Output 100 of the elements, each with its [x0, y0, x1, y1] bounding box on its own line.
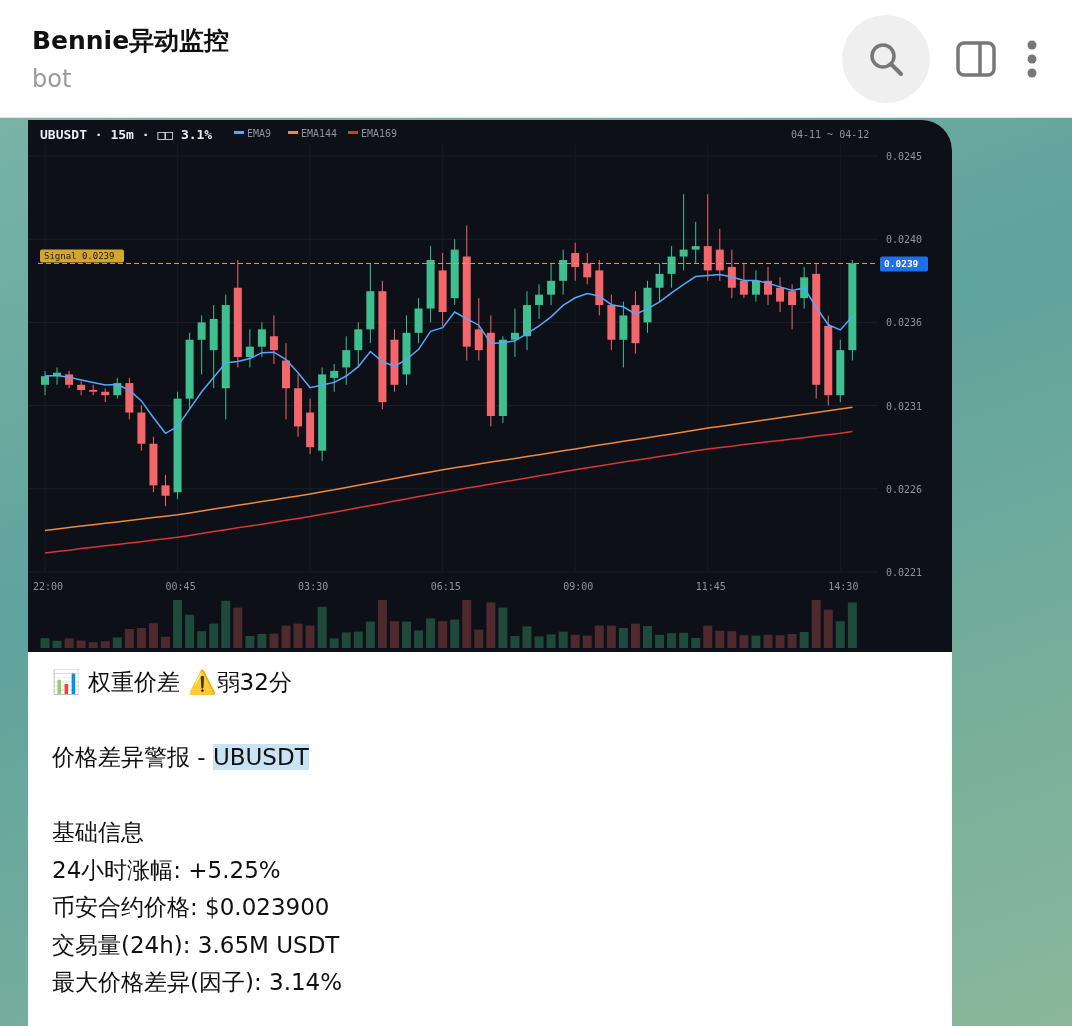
volume-bar [245, 636, 255, 648]
volume-bar [40, 638, 50, 648]
candlestick [547, 262, 556, 306]
axis-label: 0.0245 [886, 151, 923, 162]
volume-bar [823, 609, 833, 648]
volume-bar [462, 600, 472, 648]
candlestick [294, 373, 303, 438]
volume-bar [522, 626, 532, 648]
chat-title: Bennie异动监控 [32, 25, 230, 57]
volume-bar [655, 634, 665, 648]
volume-bar [257, 634, 267, 648]
volume-bar [161, 636, 170, 648]
candlestick [643, 280, 652, 334]
volume-bar [317, 606, 327, 648]
date-range: 04-11 ~ 04-12 [791, 129, 870, 140]
volume-bar [739, 635, 749, 648]
candlestick [667, 245, 676, 289]
candlestick [800, 266, 809, 310]
volume-bar [438, 621, 448, 648]
volume-bar [474, 629, 484, 648]
volume-bar [293, 623, 303, 648]
candlestick [559, 249, 568, 296]
sidebar-icon [956, 40, 996, 77]
volume-bar [450, 619, 460, 648]
volume-bar [679, 632, 689, 648]
candlestick [354, 321, 363, 368]
axis-label: 03:30 [298, 581, 329, 592]
volume-bar [52, 640, 62, 648]
signal-label: Signal 0.0239 [40, 249, 124, 263]
candlestick [727, 249, 736, 299]
candlestick [571, 242, 580, 282]
legend-item: EMA144 [288, 128, 338, 139]
volume-bar [341, 632, 351, 648]
candlestick [655, 262, 664, 303]
volume-bar [643, 626, 652, 648]
volume-bar [594, 625, 604, 648]
volume-bar [185, 614, 195, 648]
candlestick [125, 377, 134, 420]
volume-bar [606, 625, 616, 648]
candlestick [414, 297, 423, 344]
volume-bar [751, 635, 761, 648]
volume-bar [534, 636, 544, 648]
volume-bar [835, 621, 845, 648]
volume-bar [486, 602, 496, 648]
volume-bar [64, 638, 74, 648]
candlestick [595, 259, 604, 316]
volume-bar [329, 638, 339, 648]
candlestick [330, 363, 339, 393]
volume-bar [233, 607, 243, 648]
volume-bar [389, 621, 399, 648]
volume-bar [847, 602, 857, 648]
alert-line: 价格差异警报 - UBUSDT [52, 743, 310, 772]
volume-bar [197, 631, 207, 648]
chart-header: UBUSDT · 15m · □□ 3.1% [40, 127, 213, 142]
candlestick [402, 314, 411, 386]
volume-bar [281, 625, 291, 648]
candlestick [101, 387, 110, 403]
volume-bar [173, 600, 183, 648]
volume-bar [221, 600, 231, 648]
volume-bar [691, 638, 701, 648]
candlestick [390, 328, 399, 393]
candlestick [764, 266, 772, 306]
info-line: 24小时涨幅: +5.25% [52, 855, 282, 885]
candlestick [583, 252, 592, 285]
axis-label: 11:45 [695, 581, 726, 592]
legend-label: EMA144 [301, 128, 338, 139]
volume-bar [570, 634, 580, 648]
axis-label: 14:30 [828, 581, 859, 592]
candlestick [89, 384, 98, 396]
candlestick [751, 269, 760, 303]
volume-bar [715, 630, 725, 648]
info-line: 最大价格差异(因子): 3.14% [52, 968, 344, 997]
volume-bar [414, 630, 424, 648]
volume-bar [402, 621, 411, 648]
section-title: 基础信息 [52, 818, 145, 847]
candlestick [113, 377, 122, 400]
volume-bar [799, 632, 809, 648]
volume-bar [76, 640, 86, 648]
candlestick [474, 297, 483, 362]
candlestick [510, 308, 519, 358]
candlestick [197, 314, 206, 375]
candlestick [836, 339, 845, 403]
axis-label: 0.0226 [886, 483, 923, 495]
volume-bar [377, 600, 387, 648]
candlestick [631, 290, 640, 355]
volume-bar [510, 636, 520, 648]
volume-bar [365, 621, 375, 648]
more-icon [1026, 38, 1038, 79]
candlestick [306, 398, 315, 455]
volume-bar [667, 633, 677, 648]
candlestick [65, 370, 74, 389]
candlestick [269, 314, 278, 365]
axis-label: 06:15 [430, 581, 461, 592]
volume-bar [305, 625, 315, 648]
volume-bar [88, 642, 98, 648]
axis-label: 22:00 [33, 581, 64, 592]
volume-bar [148, 623, 158, 648]
candlestick [245, 328, 254, 368]
info-line: 交易量(24h): 3.65M USDT [52, 930, 341, 960]
score-line: 📊 权重价差 ⚠弱32分 [52, 668, 293, 697]
